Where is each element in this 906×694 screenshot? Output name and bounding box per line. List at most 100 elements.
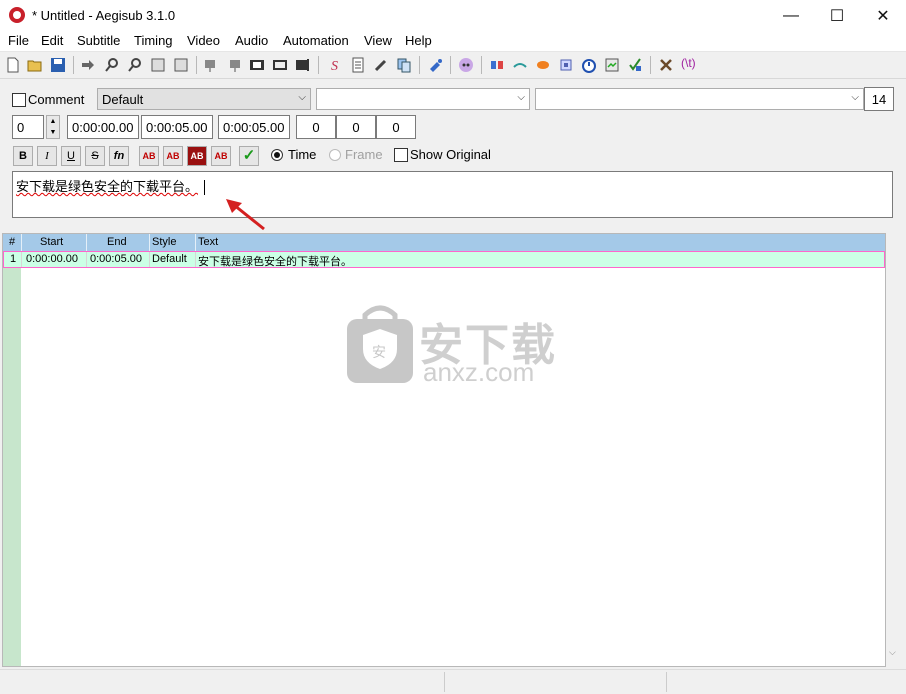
red-arrow-annotation — [226, 199, 265, 231]
end-time-field[interactable]: 0:00:05.00 — [141, 115, 213, 139]
header-end: End — [107, 236, 127, 248]
menu-video[interactable]: Video — [187, 33, 220, 48]
keyframe-icon[interactable] — [249, 57, 265, 73]
main-toolbar: S (\t) — [0, 52, 906, 79]
menu-help[interactable]: Help — [405, 33, 432, 48]
spellcheck-icon[interactable]: S — [327, 57, 343, 73]
open-folder-icon[interactable] — [27, 57, 43, 73]
toolbar-separator — [450, 56, 451, 74]
video-start-icon[interactable] — [203, 57, 219, 73]
jump-to-icon[interactable] — [80, 57, 96, 73]
header-text: Text — [198, 236, 219, 248]
transform-tag-button[interactable]: (\t) — [681, 56, 705, 72]
menu-edit[interactable]: Edit — [41, 33, 63, 48]
style-select[interactable]: Default ⌵ — [97, 88, 311, 110]
snap-end-icon[interactable] — [173, 57, 189, 73]
style-value: Default — [102, 92, 144, 107]
snap-start-icon[interactable] — [150, 57, 166, 73]
translation-icon[interactable] — [489, 57, 505, 73]
toolbar-separator — [419, 56, 420, 74]
cell-divider — [86, 252, 87, 267]
menu-audio[interactable]: Audio — [235, 33, 268, 48]
grid-divider — [149, 234, 150, 251]
watermark-en-text: anxz.com — [423, 357, 535, 387]
maximize-button[interactable]: ☐ — [814, 0, 860, 31]
primary-color-button[interactable]: AB — [139, 146, 159, 166]
resample-icon[interactable] — [512, 57, 528, 73]
chevron-down-icon: ⌵ — [298, 92, 306, 103]
video-end-icon[interactable] — [226, 57, 242, 73]
title-bar: * Untitled - Aegisub 3.1.0 — ☐ ✕ — [0, 0, 906, 31]
zoom-out-icon[interactable] — [127, 57, 143, 73]
layer-spin-buttons[interactable]: ▲ ▼ — [46, 115, 60, 139]
clip-icon[interactable] — [295, 57, 311, 73]
close-button[interactable]: ✕ — [860, 0, 906, 31]
shadow-color-button[interactable]: AB — [211, 146, 231, 166]
grid-vertical-scrollbar[interactable]: ⌵ — [886, 233, 903, 667]
tools-hammer-icon[interactable] — [658, 57, 674, 73]
toolbar-separator — [318, 56, 319, 74]
menu-automation[interactable]: Automation — [283, 33, 349, 48]
attachments-icon[interactable] — [373, 57, 389, 73]
row-style: Default — [152, 253, 187, 265]
toolbar-separator — [73, 56, 74, 74]
styles-manager-icon[interactable] — [428, 57, 444, 73]
layer-field[interactable]: 0 — [12, 115, 44, 139]
frame-radio[interactable] — [329, 149, 341, 161]
font-button[interactable]: fn — [109, 146, 129, 166]
subtitle-grid[interactable]: # Start End Style Text 1 0:00:00.00 0:00… — [2, 233, 886, 667]
hotkeys-icon[interactable] — [627, 57, 643, 73]
row-end: 0:00:05.00 — [90, 253, 142, 265]
duration-field[interactable]: 0:00:05.00 — [218, 115, 290, 139]
secondary-color-button[interactable]: AB — [163, 146, 183, 166]
zoom-in-icon[interactable] — [104, 57, 120, 73]
strikeout-button[interactable]: S — [85, 146, 105, 166]
row-number: 1 — [10, 253, 17, 265]
margin-vertical-field[interactable]: 0 — [376, 115, 416, 139]
row-start: 0:00:00.00 — [26, 253, 78, 265]
outline-color-button[interactable]: AB — [187, 146, 207, 166]
grid-divider — [21, 234, 22, 251]
menu-subtitle[interactable]: Subtitle — [77, 33, 120, 48]
save-icon[interactable] — [50, 57, 66, 73]
timing-post-icon[interactable] — [535, 57, 551, 73]
actor-select[interactable]: ⌵ — [316, 88, 530, 110]
minimize-button[interactable]: — — [768, 0, 814, 31]
fonts-icon[interactable] — [396, 57, 412, 73]
italic-button[interactable]: I — [37, 146, 57, 166]
menu-timing[interactable]: Timing — [134, 33, 173, 48]
chevron-down-icon[interactable]: ⌵ — [889, 647, 896, 658]
show-original-checkbox[interactable] — [394, 148, 408, 162]
menu-view[interactable]: View — [364, 33, 392, 48]
timecode-icon[interactable] — [272, 57, 288, 73]
kanji-timer-icon[interactable] — [558, 57, 574, 73]
underline-button[interactable]: U — [61, 146, 81, 166]
menu-file[interactable]: File — [8, 33, 29, 48]
toolbar-separator — [650, 56, 651, 74]
start-time-field[interactable]: 0:00:00.00 — [67, 115, 139, 139]
time-radio[interactable] — [271, 149, 283, 161]
svg-text:S: S — [331, 59, 338, 73]
chevron-down-icon: ⌵ — [851, 92, 859, 103]
status-divider — [444, 672, 445, 692]
margin-left-field[interactable]: 0 — [296, 115, 336, 139]
margin-right-field[interactable]: 0 — [336, 115, 376, 139]
effect-select[interactable]: ⌵ — [535, 88, 864, 110]
subtitle-text-editor[interactable]: 安下载是绿色安全的下载平台。 — [12, 171, 893, 218]
commit-button[interactable]: ✓ — [239, 146, 259, 166]
new-file-icon[interactable] — [5, 57, 21, 73]
table-row[interactable]: 1 0:00:00.00 0:00:05.00 Default 安下载是绿色安全… — [3, 251, 885, 268]
toolbar-separator — [196, 56, 197, 74]
bold-button[interactable]: B — [13, 146, 33, 166]
row-number-column — [3, 251, 21, 666]
header-number: # — [9, 236, 16, 248]
text-caret — [204, 180, 206, 196]
watermark-shield-char: 安 — [372, 344, 386, 360]
status-bar — [0, 669, 906, 694]
properties-icon[interactable] — [350, 57, 366, 73]
styling-assistant-icon[interactable] — [458, 57, 474, 73]
subtitles-check-icon[interactable] — [581, 57, 597, 73]
comment-checkbox[interactable] — [12, 93, 26, 107]
char-count-display: 14 — [864, 87, 894, 111]
options-icon[interactable] — [604, 57, 620, 73]
